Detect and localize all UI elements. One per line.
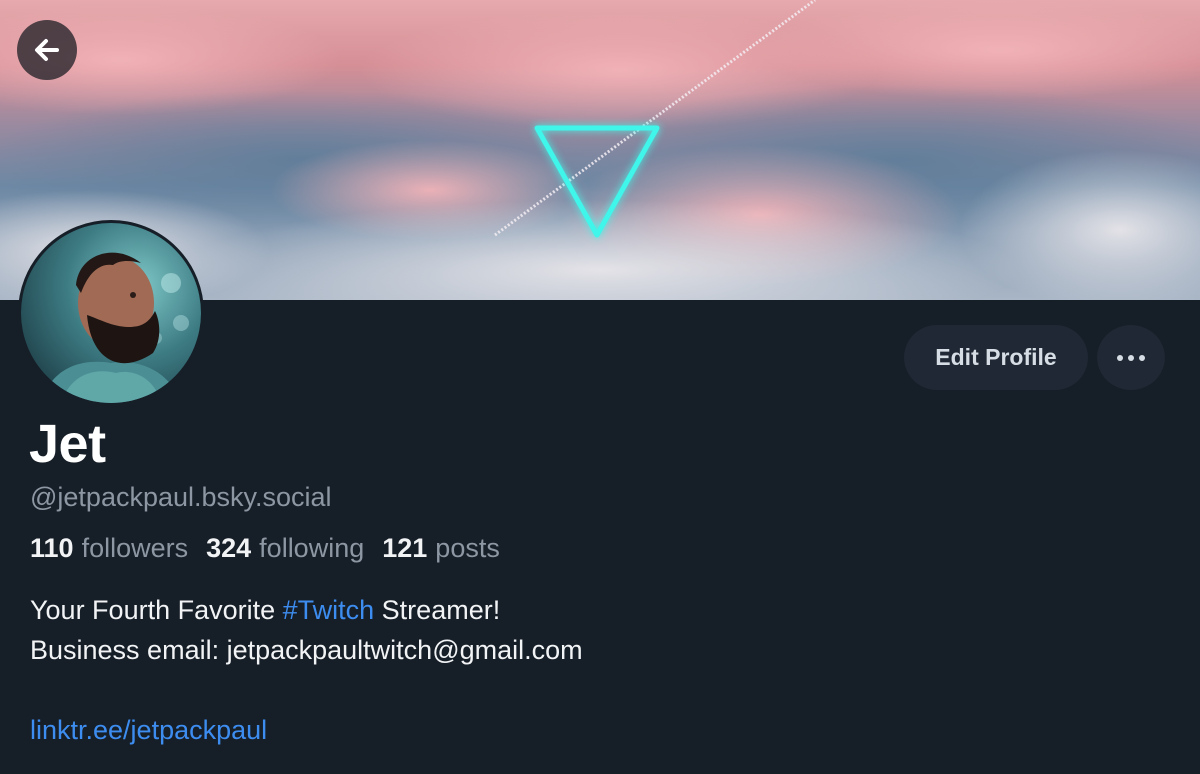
following-stat[interactable]: 324 following — [206, 531, 364, 565]
avatar[interactable] — [18, 220, 204, 406]
edit-profile-label: Edit Profile — [935, 344, 1057, 370]
profile-bio: Your Fourth Favorite #Twitch Streamer! B… — [30, 590, 583, 750]
back-button[interactable] — [17, 20, 77, 80]
posts-label: posts — [435, 533, 500, 563]
linktree-link[interactable]: linktr.ee/jetpackpaul — [30, 710, 583, 750]
followers-count: 110 — [30, 533, 74, 563]
avatar-image — [21, 223, 201, 403]
bio-spacer — [30, 670, 583, 710]
following-label: following — [259, 533, 365, 563]
posts-stat: 121 posts — [382, 531, 500, 565]
bio-line-2: Business email: jetpackpaultwitch@gmail.… — [30, 635, 583, 665]
following-count: 324 — [206, 533, 252, 563]
arrow-left-icon — [35, 39, 59, 61]
bio-text-suffix: Streamer! — [374, 595, 501, 625]
posts-count: 121 — [382, 533, 428, 563]
followers-label: followers — [81, 533, 189, 563]
followers-stat[interactable]: 110 followers — [30, 531, 188, 565]
profile-handle: @jetpackpaul.bsky.social — [30, 482, 332, 512]
more-horizontal-icon — [1117, 354, 1145, 361]
profile-stats: 110 followers 324 following 121 posts — [30, 531, 518, 565]
profile-page: Edit Profile Jet @jetpackpaul.bsky.socia… — [0, 0, 1200, 774]
display-name: Jet — [29, 414, 106, 474]
bio-line-1: Your Fourth Favorite #Twitch Streamer! — [30, 590, 583, 630]
more-options-button[interactable] — [1097, 325, 1165, 390]
edit-profile-button[interactable]: Edit Profile — [904, 325, 1088, 390]
bio-text-prefix: Your Fourth Favorite — [30, 595, 283, 625]
twitch-hashtag-link[interactable]: #Twitch — [283, 595, 375, 625]
